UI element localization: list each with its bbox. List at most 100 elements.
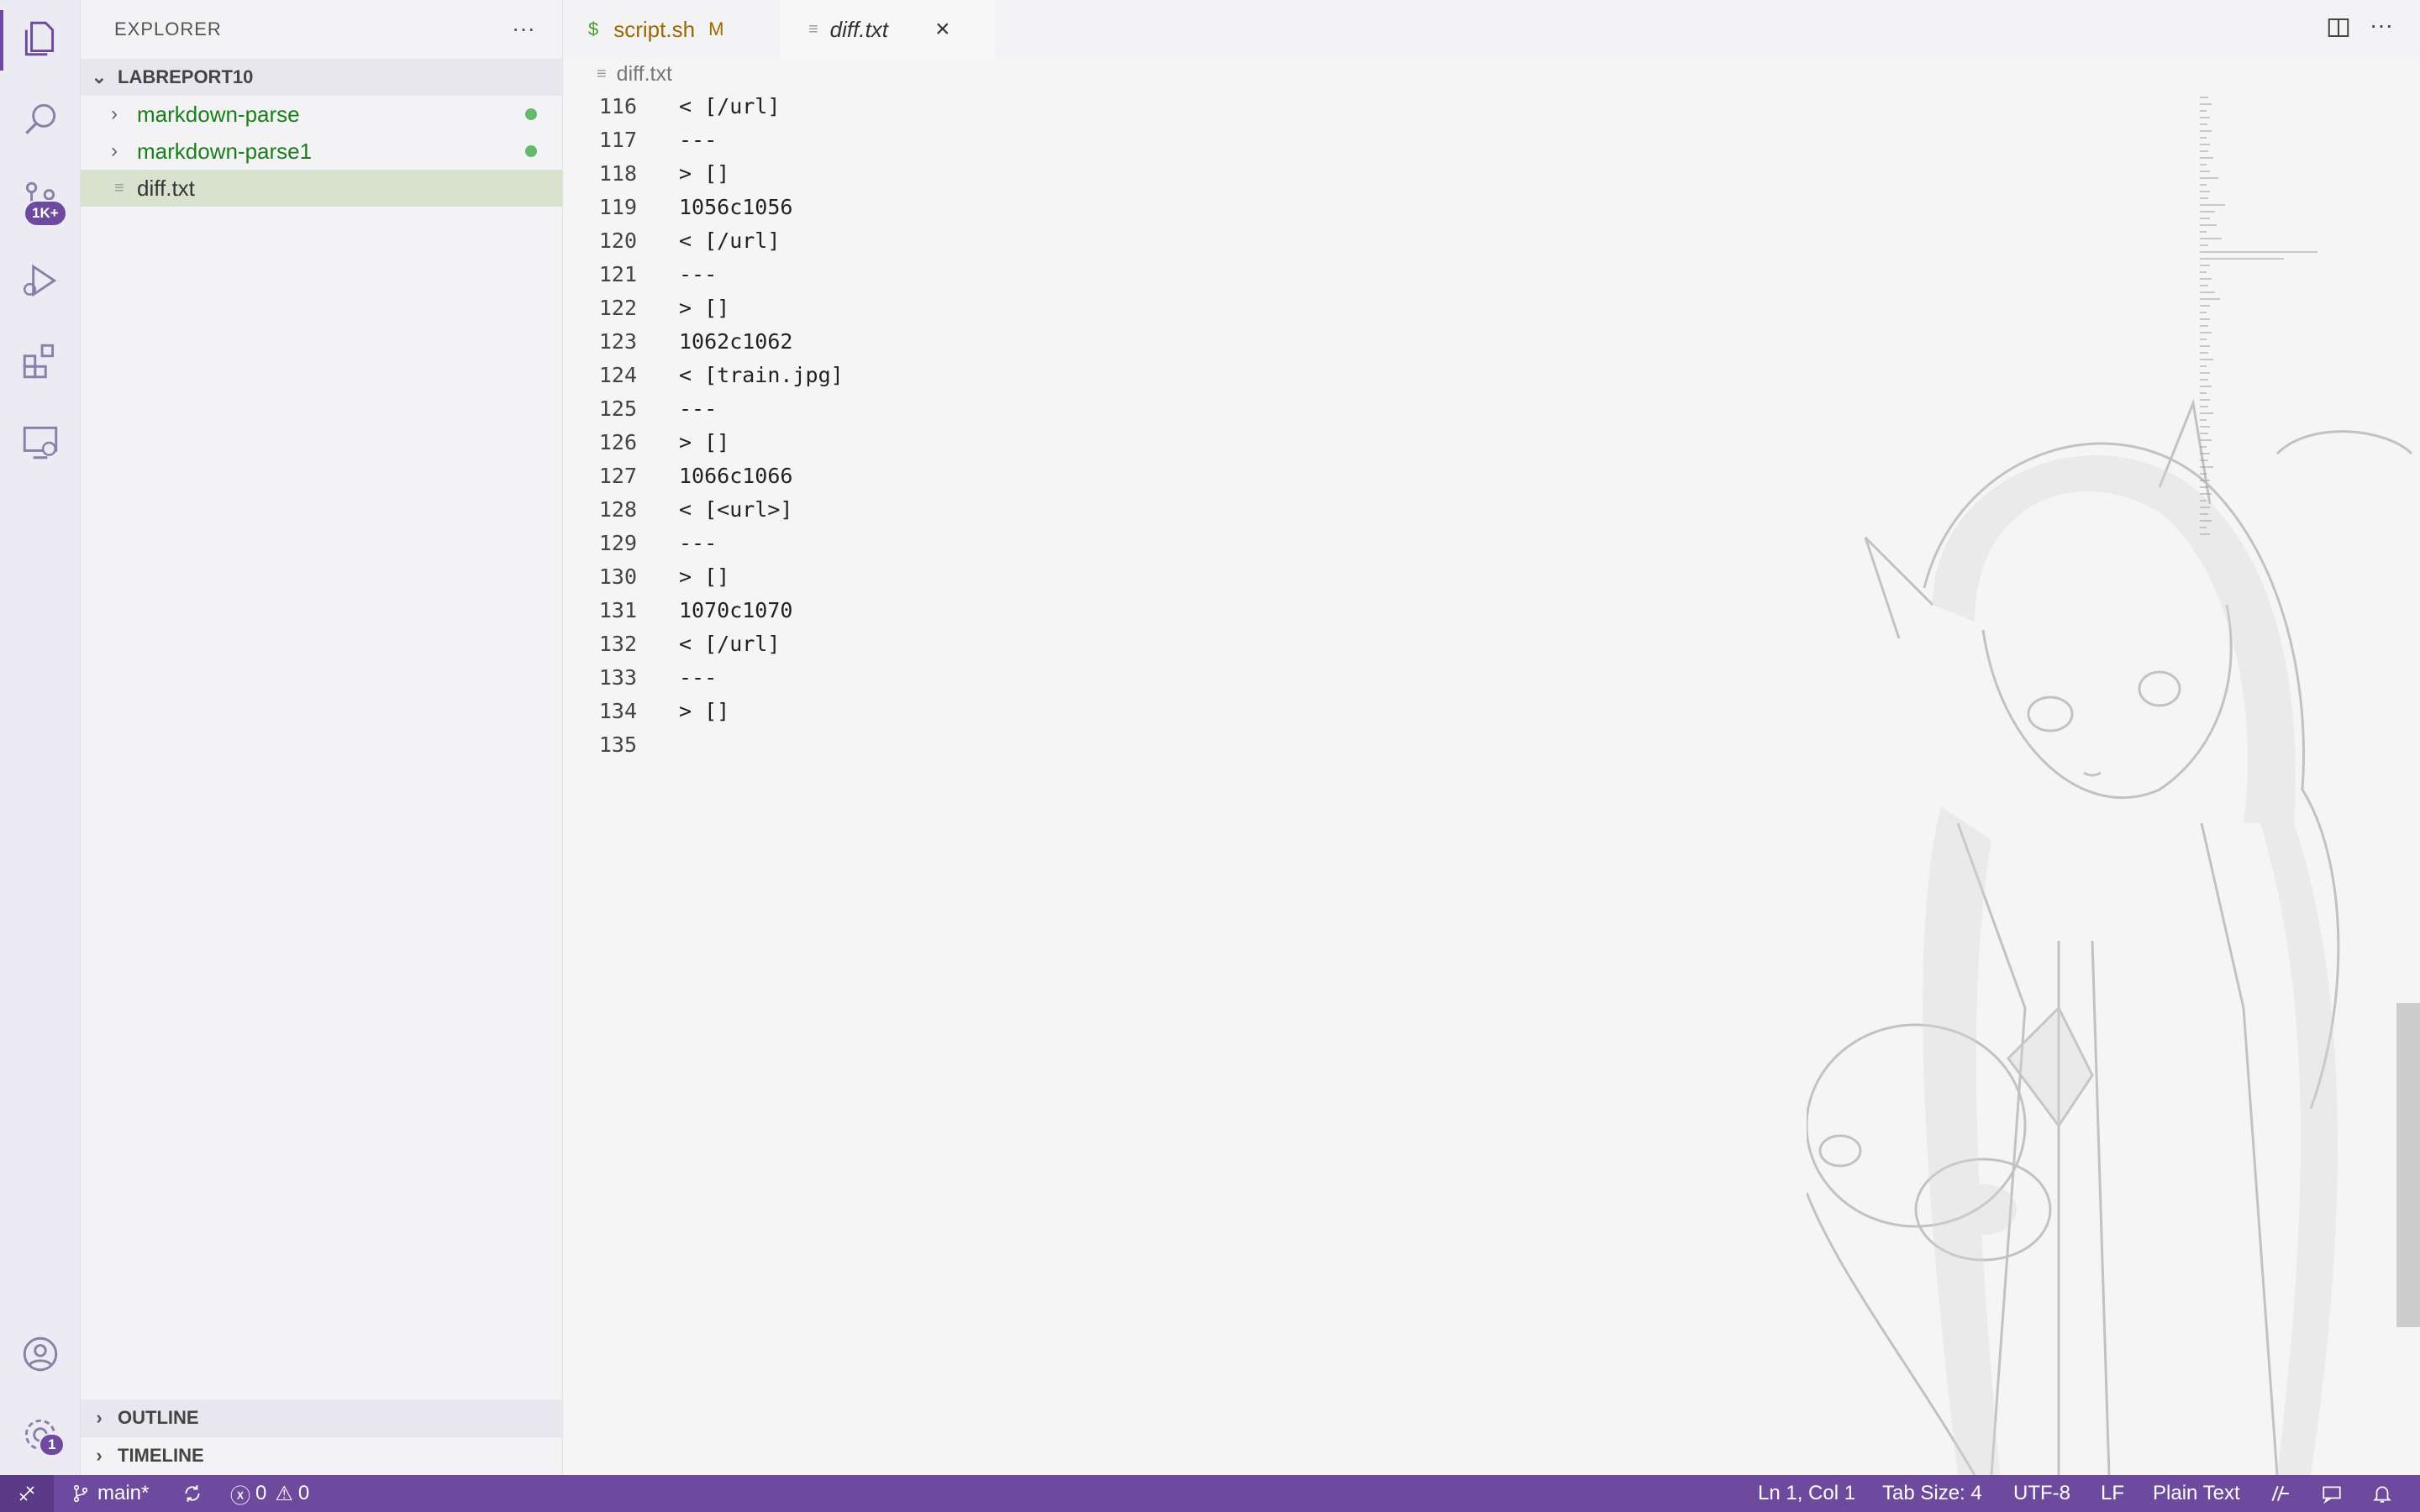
line-text: > [] [679, 161, 730, 186]
language-mode[interactable]: Plain Text [2153, 1475, 2240, 1512]
end-of-line[interactable]: LF [2101, 1475, 2124, 1512]
files-icon[interactable] [17, 15, 64, 62]
line-number: 131 [598, 598, 637, 622]
tab-label: script.sh [613, 16, 696, 42]
line-number: 118 [598, 161, 637, 186]
text-editor[interactable]: 116 < [/url] 117 --- 118 > [] 119 1056c1056 120 <… [563, 94, 2420, 1475]
line-number: 132 [598, 632, 637, 656]
line-number: 130 [598, 564, 637, 589]
line-text: 1056c1056 [679, 195, 793, 219]
breadcrumb-file: diff.txt [616, 62, 672, 86]
search-icon[interactable] [17, 96, 64, 143]
line-text: > [] [679, 296, 730, 320]
error-icon: ⓧ [230, 1484, 250, 1508]
close-icon[interactable]: × [935, 15, 950, 44]
line-number: 119 [598, 195, 637, 219]
line-text: --- [679, 531, 718, 555]
timeline-label: TIMELINE [118, 1445, 204, 1466]
line-number: 126 [598, 430, 637, 454]
outline-label: OUTLINE [118, 1407, 199, 1428]
tree-item-diff-txt[interactable]: ≡ diff.txt [81, 170, 562, 207]
feedback-icon[interactable] [2321, 1475, 2343, 1512]
vertical-scrollbar[interactable] [2396, 1003, 2420, 1327]
modified-badge: M [708, 18, 724, 39]
line-text: < [train.jpg] [679, 363, 844, 387]
line-number: 135 [598, 732, 637, 757]
source-control-badge: 1K+ [24, 200, 67, 227]
line-text: < [<url>] [679, 497, 793, 522]
notifications-bell-icon[interactable] [2371, 1475, 2393, 1512]
chevron-right-icon: › [111, 139, 118, 162]
outline-section[interactable]: › OUTLINE [81, 1399, 562, 1436]
line-text: < [/url] [679, 228, 781, 253]
line-number: 125 [598, 396, 637, 421]
tab-size[interactable]: Tab Size: 4 [1882, 1475, 1982, 1512]
encoding[interactable]: UTF-8 [2013, 1475, 2070, 1512]
line-text: < [/url] [679, 94, 781, 118]
branch-name: main* [97, 1482, 150, 1504]
line-number: 129 [598, 531, 637, 555]
line-number: 121 [598, 262, 637, 286]
line-text: 1066c1066 [679, 464, 793, 488]
tree-item-markdown-parse[interactable]: › markdown-parse [81, 96, 562, 133]
editor-tabs: $ script.sh M ≡ diff.txt × ··· [563, 0, 2420, 59]
warning-icon: ⚠ [275, 1482, 293, 1505]
settings-badge: 1 [39, 1433, 66, 1457]
line-text: > [] [679, 564, 730, 589]
text-file-icon: ≡ [597, 65, 607, 83]
tab-script-sh[interactable]: $ script.sh M [563, 0, 773, 59]
modified-dot [525, 108, 537, 120]
active-indicator [0, 10, 3, 71]
extensions-icon[interactable] [17, 338, 64, 385]
line-text: > [] [679, 430, 730, 454]
remote-indicator-icon[interactable] [0, 1475, 54, 1512]
line-number: 128 [598, 497, 637, 522]
line-number: 120 [598, 228, 637, 253]
remote-explorer-icon[interactable] [17, 418, 64, 465]
modified-dot [525, 145, 537, 157]
text-file-icon: ≡ [114, 178, 124, 197]
line-number: 133 [598, 665, 637, 690]
chevron-right-icon: › [96, 1445, 103, 1466]
line-text: > [] [679, 699, 730, 723]
line-text: < [/url] [679, 632, 781, 656]
line-text: 1070c1070 [679, 598, 793, 622]
warning-count: 0 [297, 1482, 310, 1504]
tab-diff-txt[interactable]: ≡ diff.txt × [780, 0, 995, 59]
line-number: 123 [598, 329, 637, 354]
line-number: 117 [598, 128, 637, 152]
sync-icon[interactable] [182, 1475, 203, 1512]
status-bar: main* ⓧ 0 ⚠ 0 Ln 1, Col 1 Tab Size: 4 UT… [0, 1475, 2420, 1512]
tree-item-label: diff.txt [137, 175, 195, 201]
folder-name: LABREPORT10 [118, 66, 254, 87]
shell-script-icon: $ [588, 18, 599, 39]
tree-item-markdown-parse1[interactable]: › markdown-parse1 [81, 133, 562, 170]
line-number: 134 [598, 699, 637, 723]
formatter-icon[interactable] [2269, 1475, 2291, 1512]
line-number: 116 [598, 94, 637, 118]
more-actions-icon[interactable]: ··· [512, 15, 535, 42]
tree-item-label: markdown-parse1 [137, 138, 313, 164]
split-editor-icon[interactable] [2326, 15, 2351, 44]
chevron-down-icon: ⌄ [91, 66, 108, 87]
folder-header[interactable]: ⌄ LABREPORT10 [81, 59, 562, 96]
cursor-position[interactable]: Ln 1, Col 1 [1758, 1475, 1855, 1512]
error-count: 0 [255, 1482, 267, 1504]
tree-item-label: markdown-parse [137, 101, 300, 127]
explorer-sidebar: EXPLORER ··· ⌄ LABREPORT10 › markdown-pa… [81, 0, 563, 1475]
line-text: 1062c1062 [679, 329, 793, 354]
line-text: --- [679, 262, 718, 286]
explorer-title: EXPLORER [114, 18, 222, 39]
timeline-section[interactable]: › TIMELINE [81, 1436, 562, 1474]
more-actions-icon[interactable]: ··· [2370, 12, 2393, 39]
run-debug-icon[interactable] [17, 257, 64, 304]
branch-indicator[interactable]: main* [71, 1475, 149, 1512]
problems-indicator[interactable]: ⓧ 0 ⚠ 0 [230, 1475, 309, 1512]
breadcrumb[interactable]: ≡ diff.txt [597, 62, 672, 87]
activity-bar: 1K+ 1 [0, 0, 81, 1475]
account-icon[interactable] [17, 1331, 64, 1378]
chevron-right-icon: › [96, 1407, 103, 1428]
minimap[interactable] [2200, 94, 2326, 548]
line-text: --- [679, 396, 718, 421]
line-number: 122 [598, 296, 637, 320]
